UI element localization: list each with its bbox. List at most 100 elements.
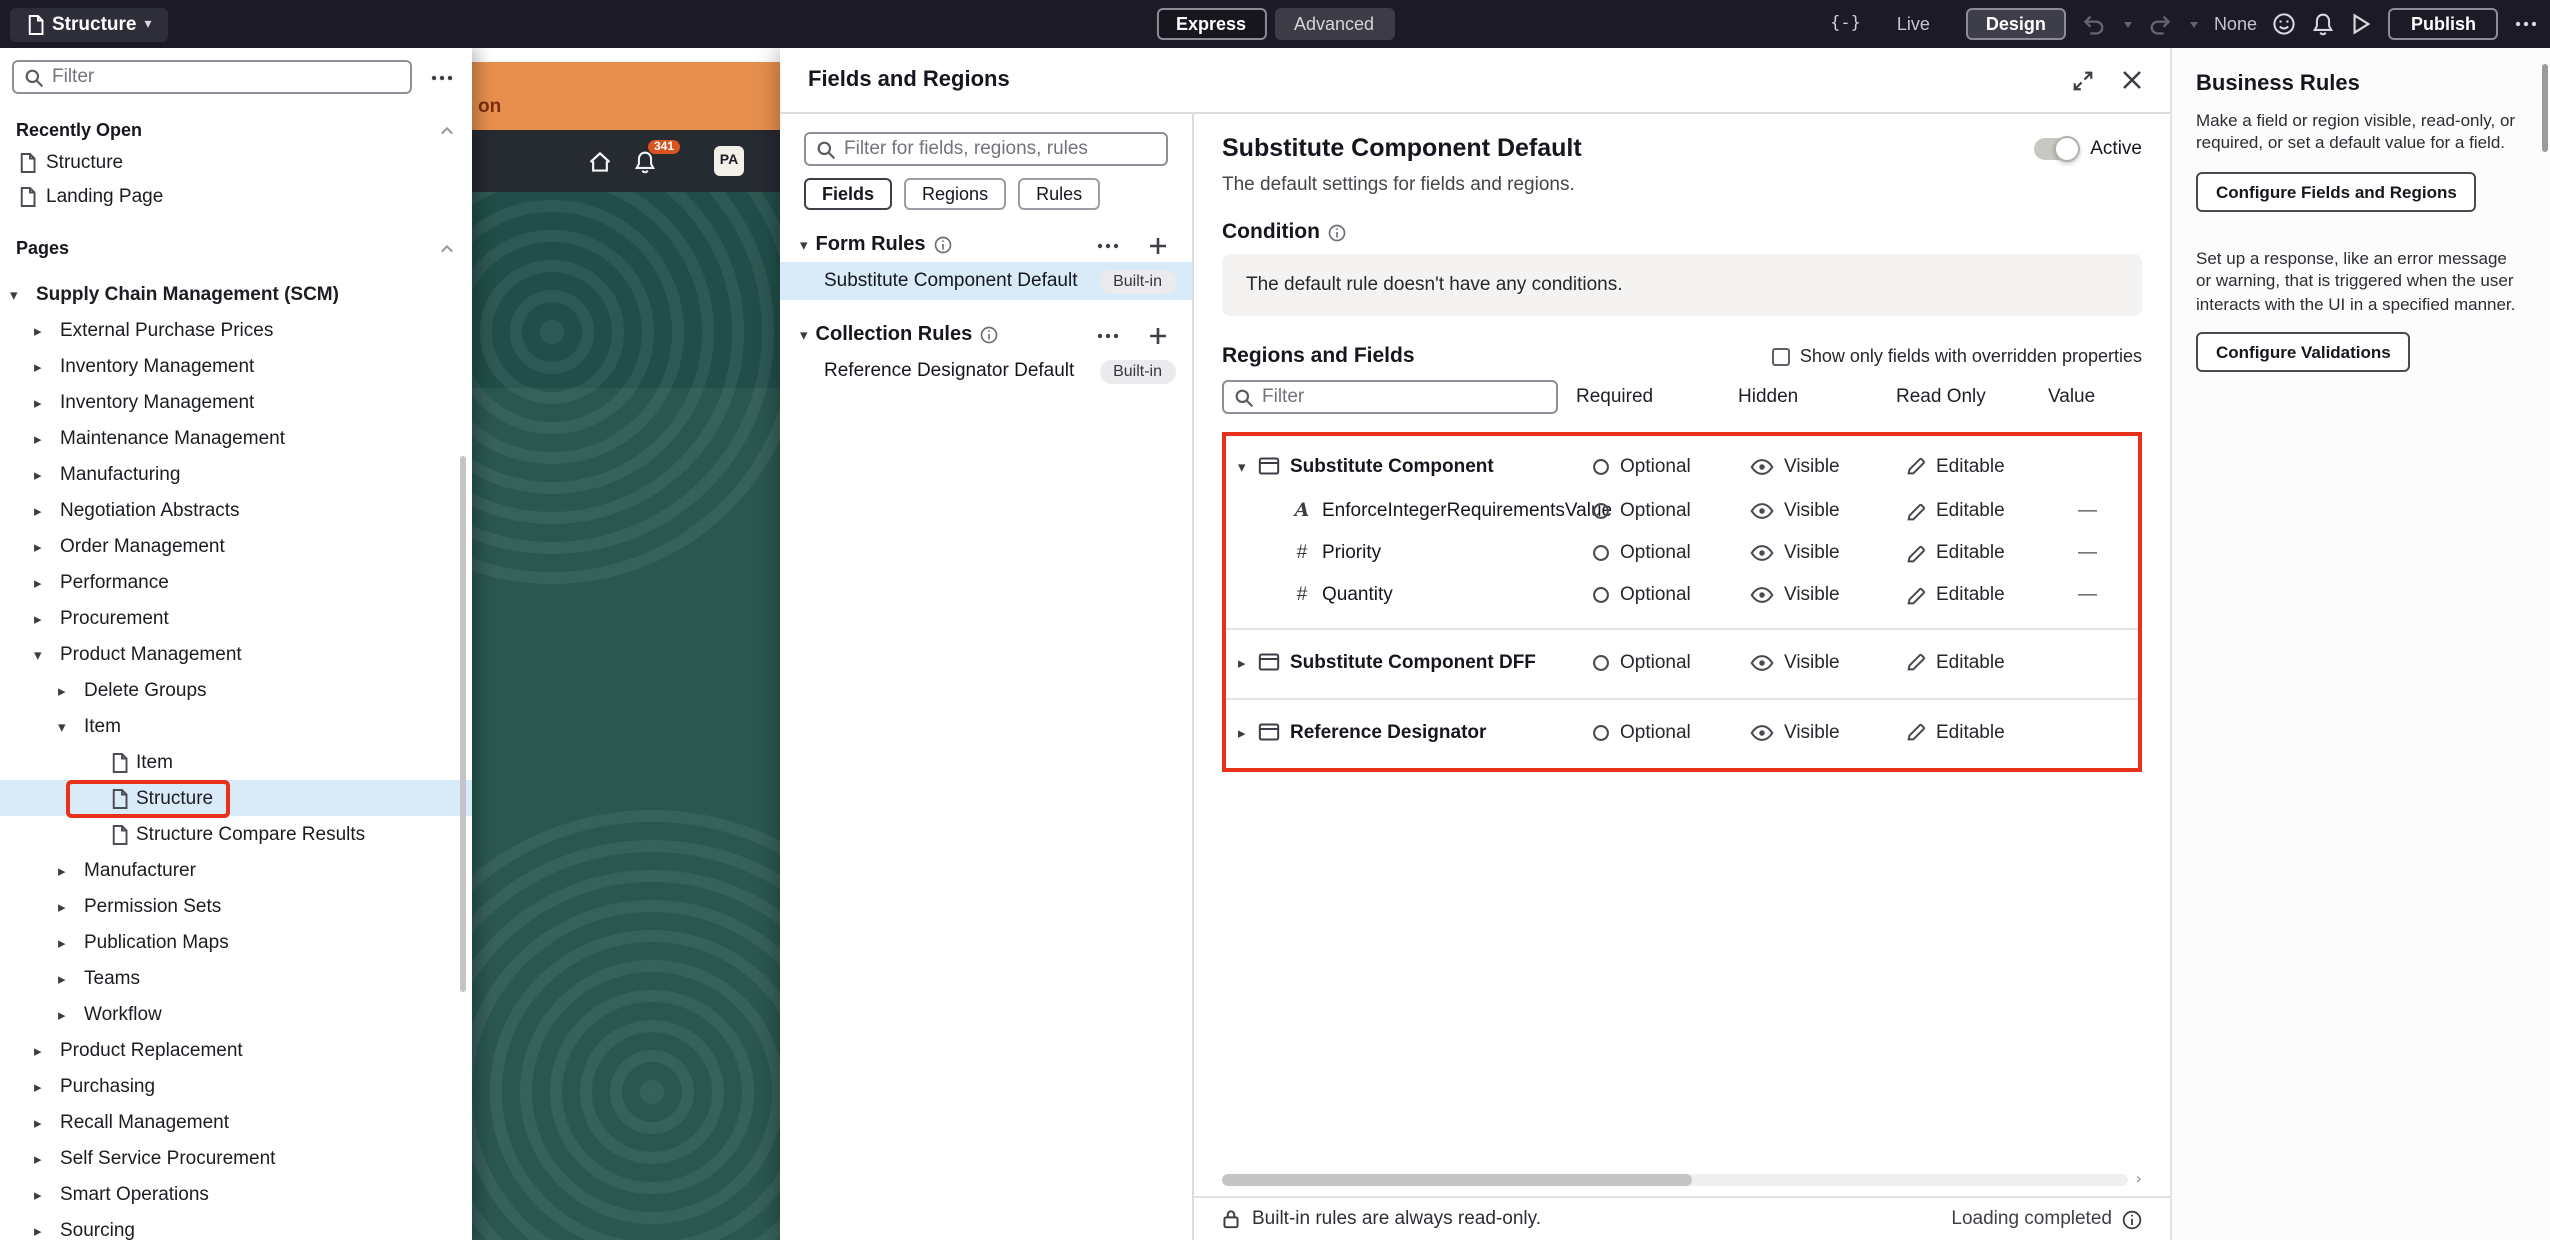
value-cell[interactable]: — xyxy=(2078,584,2097,606)
sidebar-item-manufacturer[interactable]: ▸ Manufacturer xyxy=(0,852,472,888)
hidden-control[interactable]: Visible xyxy=(1750,542,1840,564)
sidebar-item-self-service-procurement[interactable]: ▸ Self Service Procurement xyxy=(0,1140,472,1176)
tab-regions[interactable]: Regions xyxy=(904,178,1007,210)
sidebar-item-publication-maps[interactable]: ▸ Publication Maps xyxy=(0,924,472,960)
chevron-right-icon[interactable]: ▸ xyxy=(34,609,52,627)
add-form-rule-icon[interactable] xyxy=(1148,235,1168,255)
table-row-enforceintegerrequirementsvalue[interactable]: A EnforceIntegerRequirementsValue Optional… xyxy=(1226,490,2138,532)
help-icon[interactable] xyxy=(1328,223,1346,241)
chevron-down-icon[interactable]: ▾ xyxy=(800,236,808,254)
live-button[interactable]: Live xyxy=(1877,8,1950,40)
sidebar-item-teams[interactable]: ▸ Teams xyxy=(0,960,472,996)
scroll-right-icon[interactable]: › xyxy=(2136,1170,2142,1188)
redo-icon[interactable] xyxy=(2148,13,2172,35)
readonly-control[interactable]: Editable xyxy=(1906,721,2005,743)
sidebar-item-product-replacement[interactable]: ▸ Product Replacement xyxy=(0,1032,472,1068)
readonly-control[interactable]: Editable xyxy=(1906,584,2005,606)
recently-open-header[interactable]: Recently Open xyxy=(0,114,472,146)
readonly-control[interactable]: Editable xyxy=(1906,651,2005,673)
table-row-priority[interactable]: # Priority Optional Visible Editable — xyxy=(1226,532,2138,574)
undo-menu-icon[interactable] xyxy=(2123,21,2132,27)
info-icon[interactable] xyxy=(2122,1209,2142,1229)
required-control[interactable]: Optional xyxy=(1592,500,1691,522)
value-cell[interactable]: — xyxy=(2078,500,2097,522)
preview-play-icon[interactable] xyxy=(2351,12,2373,36)
value-cell[interactable]: — xyxy=(2078,542,2097,564)
sidebar-item-maintenance-management[interactable]: ▸ Maintenance Management xyxy=(0,420,472,456)
hidden-control[interactable]: Visible xyxy=(1750,455,1840,477)
close-icon[interactable] xyxy=(2122,69,2142,91)
chevron-down-icon[interactable]: ▾ xyxy=(800,326,808,344)
chevron-down-icon[interactable]: ▾ xyxy=(58,717,76,735)
sidebar-item-structure[interactable]: Structure xyxy=(0,780,472,816)
chevron-right-icon[interactable]: ▸ xyxy=(58,969,76,987)
sidebar-item-item[interactable]: Item xyxy=(0,744,472,780)
active-toggle[interactable] xyxy=(2034,135,2081,161)
sidebar-item-inventory-management[interactable]: ▸ Inventory Management xyxy=(0,384,472,420)
hidden-control[interactable]: Visible xyxy=(1750,651,1840,673)
recent-item-structure[interactable]: Structure xyxy=(0,146,472,180)
redo-menu-icon[interactable] xyxy=(2189,21,2198,27)
chevron-right-icon[interactable]: ▸ xyxy=(34,1185,52,1203)
chevron-right-icon[interactable]: ▸ xyxy=(34,357,52,375)
chevron-right-icon[interactable]: ▸ xyxy=(34,573,52,591)
hidden-control[interactable]: Visible xyxy=(1750,500,1840,522)
chevron-right-icon[interactable]: ▸ xyxy=(34,321,52,339)
chevron-right-icon[interactable]: ▸ xyxy=(1238,653,1258,671)
readonly-control[interactable]: Editable xyxy=(1906,500,2005,522)
chevron-right-icon[interactable]: ▸ xyxy=(34,537,52,555)
recent-item-landing-page[interactable]: Landing Page xyxy=(0,180,472,214)
help-icon[interactable] xyxy=(980,326,998,344)
sidebar-filter-input[interactable] xyxy=(52,66,400,88)
sidebar-item-procurement[interactable]: ▸ Procurement xyxy=(0,600,472,636)
pages-header[interactable]: Pages xyxy=(0,232,472,264)
table-row-substitute-component-dff[interactable]: ▸ Substitute Component DFF Optional Visible… xyxy=(1226,638,2138,686)
code-icon[interactable]: {-} xyxy=(1830,14,1861,34)
table-row-reference-designator[interactable]: ▸ Reference Designator Optional Visible Edit… xyxy=(1226,708,2138,756)
chevron-right-icon[interactable]: ▸ xyxy=(58,861,76,879)
sidebar-item-external-purchase-prices[interactable]: ▸ External Purchase Prices xyxy=(0,312,472,348)
expand-panel-icon[interactable] xyxy=(2072,69,2094,91)
sidebar-item-sourcing[interactable]: ▸ Sourcing xyxy=(0,1212,472,1240)
table-row-substitute-component[interactable]: ▾ Substitute Component Optional Visible Edit… xyxy=(1226,442,2138,490)
sidebar-item-recall-management[interactable]: ▸ Recall Management xyxy=(0,1104,472,1140)
sidebar-menu-icon[interactable] xyxy=(424,73,460,81)
sidebar-item-delete-groups[interactable]: ▸ Delete Groups xyxy=(0,672,472,708)
readonly-control[interactable]: Editable xyxy=(1906,542,2005,564)
chevron-down-icon[interactable]: ▾ xyxy=(1238,457,1258,475)
chevron-right-icon[interactable]: ▸ xyxy=(34,465,52,483)
help-icon[interactable] xyxy=(934,236,952,254)
horizontal-scrollbar[interactable]: › xyxy=(1222,1170,2142,1188)
panel-scrollbar[interactable] xyxy=(2542,64,2548,152)
sidebar-item-permission-sets[interactable]: ▸ Permission Sets xyxy=(0,888,472,924)
chevron-right-icon[interactable]: ▸ xyxy=(58,681,76,699)
advanced-mode-button[interactable]: Advanced xyxy=(1274,8,1395,40)
required-control[interactable]: Optional xyxy=(1592,651,1691,673)
sidebar-item-workflow[interactable]: ▸ Workflow xyxy=(0,996,472,1032)
hidden-control[interactable]: Visible xyxy=(1750,721,1840,743)
sidebar-item-structure-compare-results[interactable]: Structure Compare Results xyxy=(0,816,472,852)
avatar[interactable]: PA xyxy=(714,146,744,176)
tab-fields[interactable]: Fields xyxy=(804,178,893,210)
chevron-right-icon[interactable]: ▸ xyxy=(34,393,52,411)
design-button[interactable]: Design xyxy=(1965,8,2066,40)
home-icon[interactable] xyxy=(588,149,612,173)
express-mode-button[interactable]: Express xyxy=(1155,8,1266,40)
page-selector[interactable]: Structure ▾ xyxy=(10,7,168,41)
chevron-right-icon[interactable]: ▸ xyxy=(34,1149,52,1167)
sidebar-item-inventory-management[interactable]: ▸ Inventory Management xyxy=(0,348,472,384)
table-row-quantity[interactable]: # Quantity Optional Visible Editable — xyxy=(1226,574,2138,616)
hidden-control[interactable]: Visible xyxy=(1750,584,1840,606)
chevron-right-icon[interactable]: ▸ xyxy=(1238,723,1258,741)
chevron-down-icon[interactable]: ▾ xyxy=(34,645,52,663)
configure-validations-button[interactable]: Configure Validations xyxy=(2196,332,2411,373)
scrollbar-thumb[interactable] xyxy=(1222,1173,1693,1185)
sidebar-item-purchasing[interactable]: ▸ Purchasing xyxy=(0,1068,472,1104)
table-filter-input[interactable] xyxy=(1262,386,1546,408)
sidebar-item-performance[interactable]: ▸ Performance xyxy=(0,564,472,600)
required-control[interactable]: Optional xyxy=(1592,584,1691,606)
publish-button[interactable]: Publish xyxy=(2388,8,2498,40)
configure-fields-regions-button[interactable]: Configure Fields and Regions xyxy=(2196,171,2477,212)
sidebar-item-order-management[interactable]: ▸ Order Management xyxy=(0,528,472,564)
undo-icon[interactable] xyxy=(2082,13,2106,35)
